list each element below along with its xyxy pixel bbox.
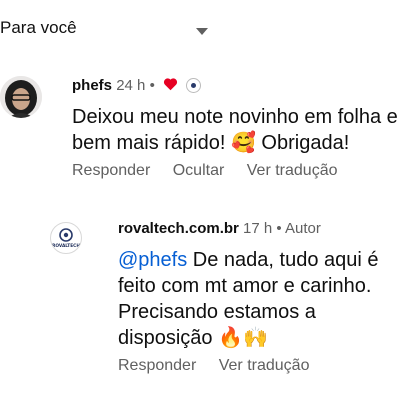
translate-button[interactable]: Ver tradução bbox=[219, 357, 310, 375]
separator-dot: • bbox=[276, 220, 282, 237]
comment-meta: rovaltech.com.br 17 h • Autor bbox=[118, 219, 398, 241]
reply-button[interactable]: Responder bbox=[72, 162, 150, 180]
reply-button[interactable]: Responder bbox=[118, 357, 196, 375]
comment-time: 24 h bbox=[116, 77, 146, 94]
comment-text: Deixou meu note novinho em folha e bem m… bbox=[72, 106, 398, 154]
separator-dot: • bbox=[149, 77, 155, 94]
avatar[interactable] bbox=[0, 76, 42, 118]
sort-filter-dropdown[interactable]: Para você bbox=[0, 18, 400, 46]
comment-actions: Responder Ver tradução bbox=[118, 357, 398, 375]
sort-filter-label: Para você bbox=[0, 18, 77, 37]
creator-heart-icon bbox=[163, 78, 178, 91]
comment-meta: phefs 24 h • bbox=[72, 76, 398, 98]
comment-actions: Responder Ocultar Ver tradução bbox=[72, 162, 398, 180]
mention-link[interactable]: @phefs bbox=[118, 249, 187, 271]
brand-logo-text: ROVALTECH bbox=[52, 243, 80, 249]
translate-button[interactable]: Ver tradução bbox=[247, 162, 338, 180]
comment-time: 17 h bbox=[243, 220, 273, 237]
user-avatar-icon bbox=[0, 76, 42, 118]
comment-author[interactable]: rovaltech.com.br bbox=[118, 220, 239, 237]
brand-logo-icon: ROVALTECH bbox=[52, 228, 80, 249]
chevron-down-icon bbox=[196, 28, 208, 35]
comment-author[interactable]: phefs bbox=[72, 77, 112, 94]
author-badge: Autor bbox=[285, 220, 321, 237]
avatar[interactable]: ROVALTECH bbox=[50, 222, 82, 254]
comment-text: @phefs De nada, tudo aqui é feito com mt… bbox=[118, 247, 398, 351]
creator-avatar-icon bbox=[186, 78, 202, 93]
hide-button[interactable]: Ocultar bbox=[173, 162, 225, 180]
